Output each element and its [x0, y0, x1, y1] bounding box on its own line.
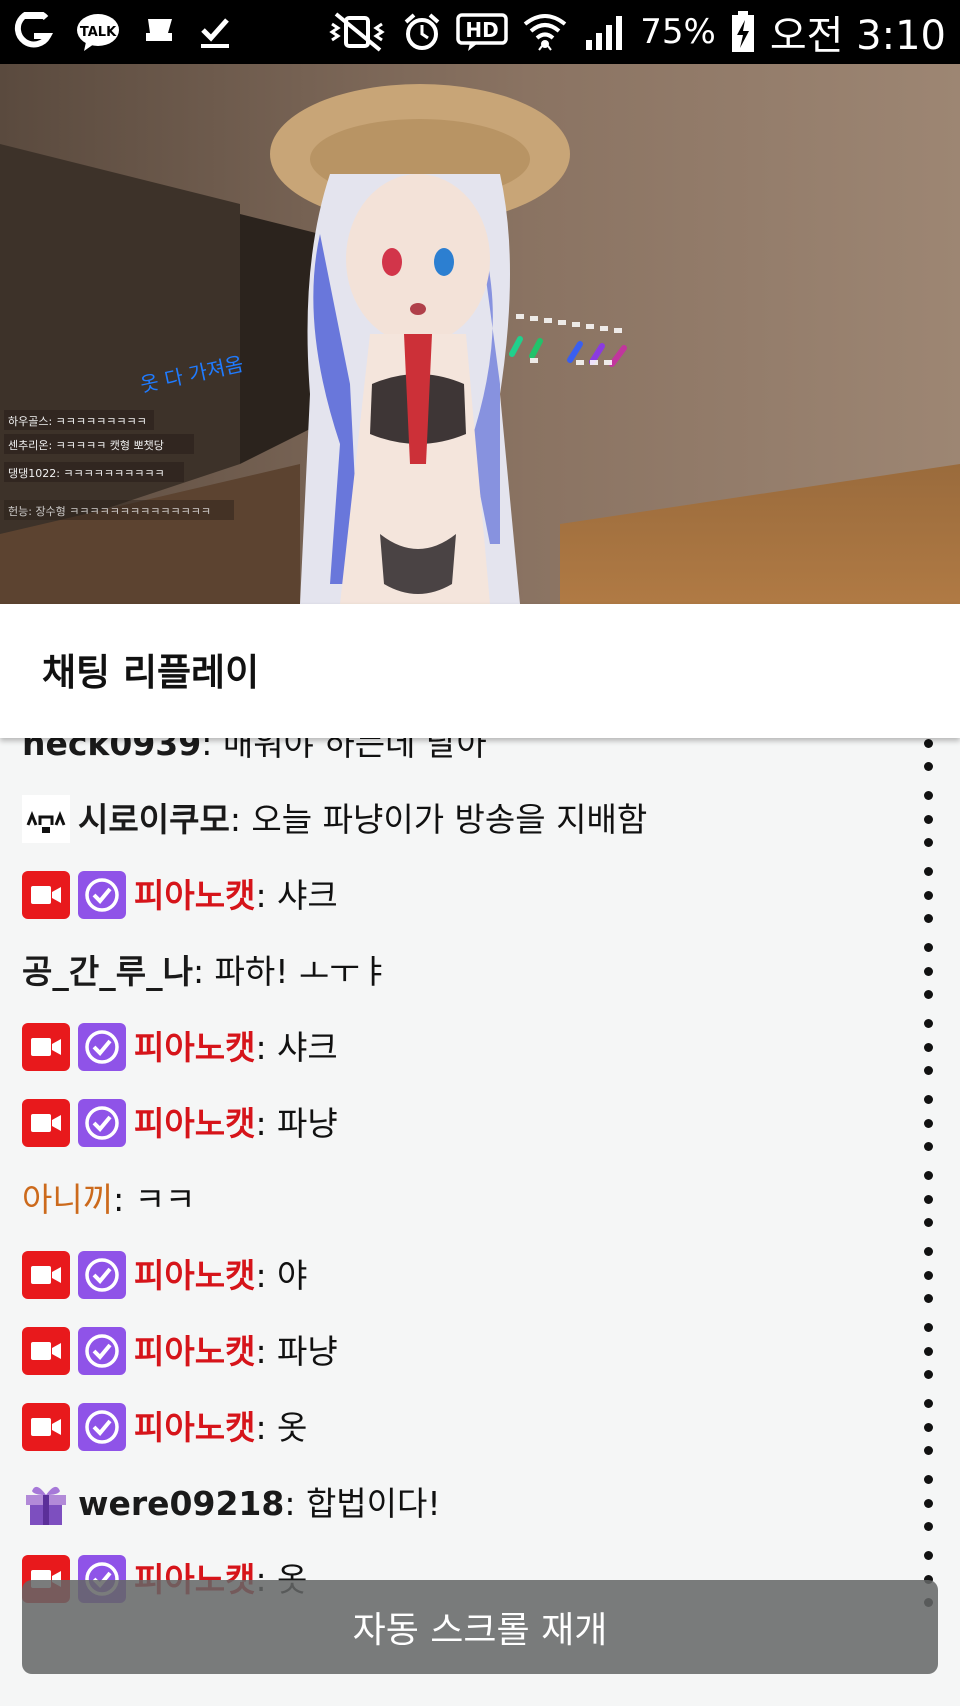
chat-message: 공_간_루_나: 파하! ㅗㅜㅑ	[22, 955, 390, 988]
chat-message-row[interactable]: 피아노캣: 옷	[0, 1386, 960, 1468]
chat-text: : 야	[255, 1255, 308, 1295]
streamer-camera-badge-icon	[22, 1099, 70, 1147]
chat-username[interactable]: 피아노캣	[134, 1408, 255, 1447]
chat-username[interactable]: were09218	[78, 1484, 284, 1523]
chat-username[interactable]: neck0939	[22, 738, 201, 763]
more-options-icon[interactable]	[918, 738, 938, 771]
chat-message: 피아노캣: 야	[134, 1259, 307, 1292]
chat-text: : 파냥	[255, 1331, 338, 1371]
verified-check-badge-icon	[78, 1023, 126, 1071]
chat-message-row[interactable]: 피아노캣: 샤크	[0, 854, 960, 936]
chat-text: : 옷	[255, 1407, 308, 1447]
chat-message-row[interactable]: 공_간_루_나: 파하! ㅗㅜㅑ	[0, 930, 960, 1012]
chat-username[interactable]: 피아노캣	[134, 1256, 255, 1295]
chat-message: were09218: 합법이다!	[78, 1487, 441, 1520]
verified-check-badge-icon	[78, 1099, 126, 1147]
clock: 오전 3:10	[769, 13, 946, 59]
more-options-icon[interactable]	[918, 1323, 938, 1379]
g-app-icon	[14, 12, 54, 52]
more-options-icon[interactable]	[918, 1475, 938, 1531]
chat-username[interactable]: 피아노캣	[134, 876, 255, 915]
verified-check-badge-icon	[78, 871, 126, 919]
chat-message-row[interactable]: 아니끼: ㅋㅋ	[0, 1158, 960, 1240]
chat-message-row[interactable]: 피아노캣: 샤크	[0, 1006, 960, 1088]
streamer-camera-badge-icon	[22, 1023, 70, 1071]
chat-text: : 샤크	[255, 875, 338, 915]
more-options-icon[interactable]	[918, 1399, 938, 1455]
chat-message-row[interactable]: 피아노캣: 파냥	[0, 1082, 960, 1164]
chat-message-row[interactable]: 피아노캣: 야	[0, 1234, 960, 1316]
overlay-chat-line: 하우골스: ㅋㅋㅋㅋㅋㅋㅋㅋㅋ	[8, 414, 147, 428]
alarm-icon	[402, 12, 442, 52]
chat-message-row[interactable]: were09218: 합법이다!	[0, 1462, 960, 1544]
more-options-icon[interactable]	[918, 943, 938, 999]
chat-text: : 파냥	[255, 1103, 338, 1143]
chat-username[interactable]: 시로이쿠모	[78, 800, 230, 839]
download-done-icon	[198, 14, 232, 50]
status-bar: TALK HD 75% 오전 3:10	[0, 0, 960, 64]
streamer-camera-badge-icon	[22, 1403, 70, 1451]
more-options-icon[interactable]	[918, 867, 938, 923]
more-options-icon[interactable]	[918, 1019, 938, 1075]
chat-username[interactable]: 공_간_루_나	[22, 952, 193, 991]
battery-percent: 75%	[640, 12, 716, 52]
chat-username[interactable]: 피아노캣	[134, 1104, 255, 1143]
verified-check-badge-icon	[78, 1251, 126, 1299]
chat-text: : ㅋㅋ	[113, 1179, 196, 1219]
chat-message: neck0939: 매워야 하는데 달아	[22, 738, 487, 760]
chat-message: 피아노캣: 샤크	[134, 1031, 338, 1064]
user-avatar-icon	[22, 795, 70, 843]
chat-username[interactable]: 아니끼	[22, 1180, 113, 1219]
chat-username[interactable]: 피아노캣	[134, 1028, 255, 1067]
overlay-chat-line: 센추리온: ㅋㅋㅋㅋㅋ 캣형 뽀챗당	[8, 438, 164, 452]
chat-message: 피아노캣: 샤크	[134, 879, 338, 912]
battery-charging-icon	[730, 10, 756, 54]
chat-list[interactable]: neck0939: 매워야 하는데 달아시로이쿠모: 오늘 파냥이가 방송을 지…	[0, 738, 960, 1706]
chat-username[interactable]: 피아노캣	[134, 1332, 255, 1371]
more-options-icon[interactable]	[918, 1095, 938, 1151]
resume-autoscroll-button[interactable]: 자동 스크롤 재개	[22, 1580, 938, 1674]
chat-message-row[interactable]: 시로이쿠모: 오늘 파냥이가 방송을 지배함	[0, 778, 960, 860]
chat-replay-header: 채팅 리플레이	[0, 604, 960, 738]
chat-text: : 오늘 파냥이가 방송을 지배함	[229, 799, 648, 839]
chat-text: : 합법이다!	[284, 1483, 441, 1523]
overlay-chat-line: 헌능: 장수형 ㅋㅋㅋㅋㅋㅋㅋㅋㅋㅋㅋㅋㅋㅋ	[8, 505, 211, 518]
page-title: 채팅 리플레이	[42, 651, 260, 694]
streamer-camera-badge-icon	[22, 1251, 70, 1299]
hd-voice-icon: HD	[456, 11, 509, 53]
streamer-camera-badge-icon	[22, 1327, 70, 1375]
more-options-icon[interactable]	[918, 791, 938, 847]
chat-text: : 매워야 하는데 달아	[201, 738, 487, 763]
verified-check-badge-icon	[78, 1403, 126, 1451]
verified-check-badge-icon	[78, 1327, 126, 1375]
chat-message: 피아노캣: 파냥	[134, 1335, 338, 1368]
streamer-camera-badge-icon	[22, 871, 70, 919]
signal-icon	[582, 12, 626, 52]
chat-text: : 파하! ㅗㅜㅑ	[192, 951, 391, 991]
bookmark-icon	[142, 15, 176, 49]
more-options-icon[interactable]	[918, 1247, 938, 1303]
chat-text: : 샤크	[255, 1027, 338, 1067]
video-player[interactable]: 옷 다 가져옴 하우골스: ㅋㅋㅋㅋㅋㅋㅋㅋㅋ 센추리온: ㅋㅋㅋㅋㅋ 캣형 뽀…	[0, 64, 960, 604]
wifi-icon	[522, 12, 568, 52]
chat-message: 시로이쿠모: 오늘 파냥이가 방송을 지배함	[78, 803, 647, 836]
chat-message: 아니끼: ㅋㅋ	[22, 1183, 195, 1216]
chat-message-row[interactable]: 피아노캣: 파냥	[0, 1310, 960, 1392]
vibrate-mute-icon	[328, 12, 388, 52]
svg-text:HD: HD	[466, 18, 499, 42]
more-options-icon[interactable]	[918, 1171, 938, 1227]
kakaotalk-icon: TALK	[76, 12, 120, 52]
video-frame: 옷 다 가져옴 하우골스: ㅋㅋㅋㅋㅋㅋㅋㅋㅋ 센추리온: ㅋㅋㅋㅋㅋ 캣형 뽀…	[0, 64, 960, 604]
gift-badge-icon	[22, 1479, 70, 1527]
chat-message: 피아노캣: 옷	[134, 1411, 307, 1444]
chat-message: 피아노캣: 파냥	[134, 1107, 338, 1140]
svg-text:TALK: TALK	[80, 25, 117, 40]
overlay-chat-line: 댕댕1022: ㅋㅋㅋㅋㅋㅋㅋㅋㅋㅋ	[8, 467, 165, 480]
